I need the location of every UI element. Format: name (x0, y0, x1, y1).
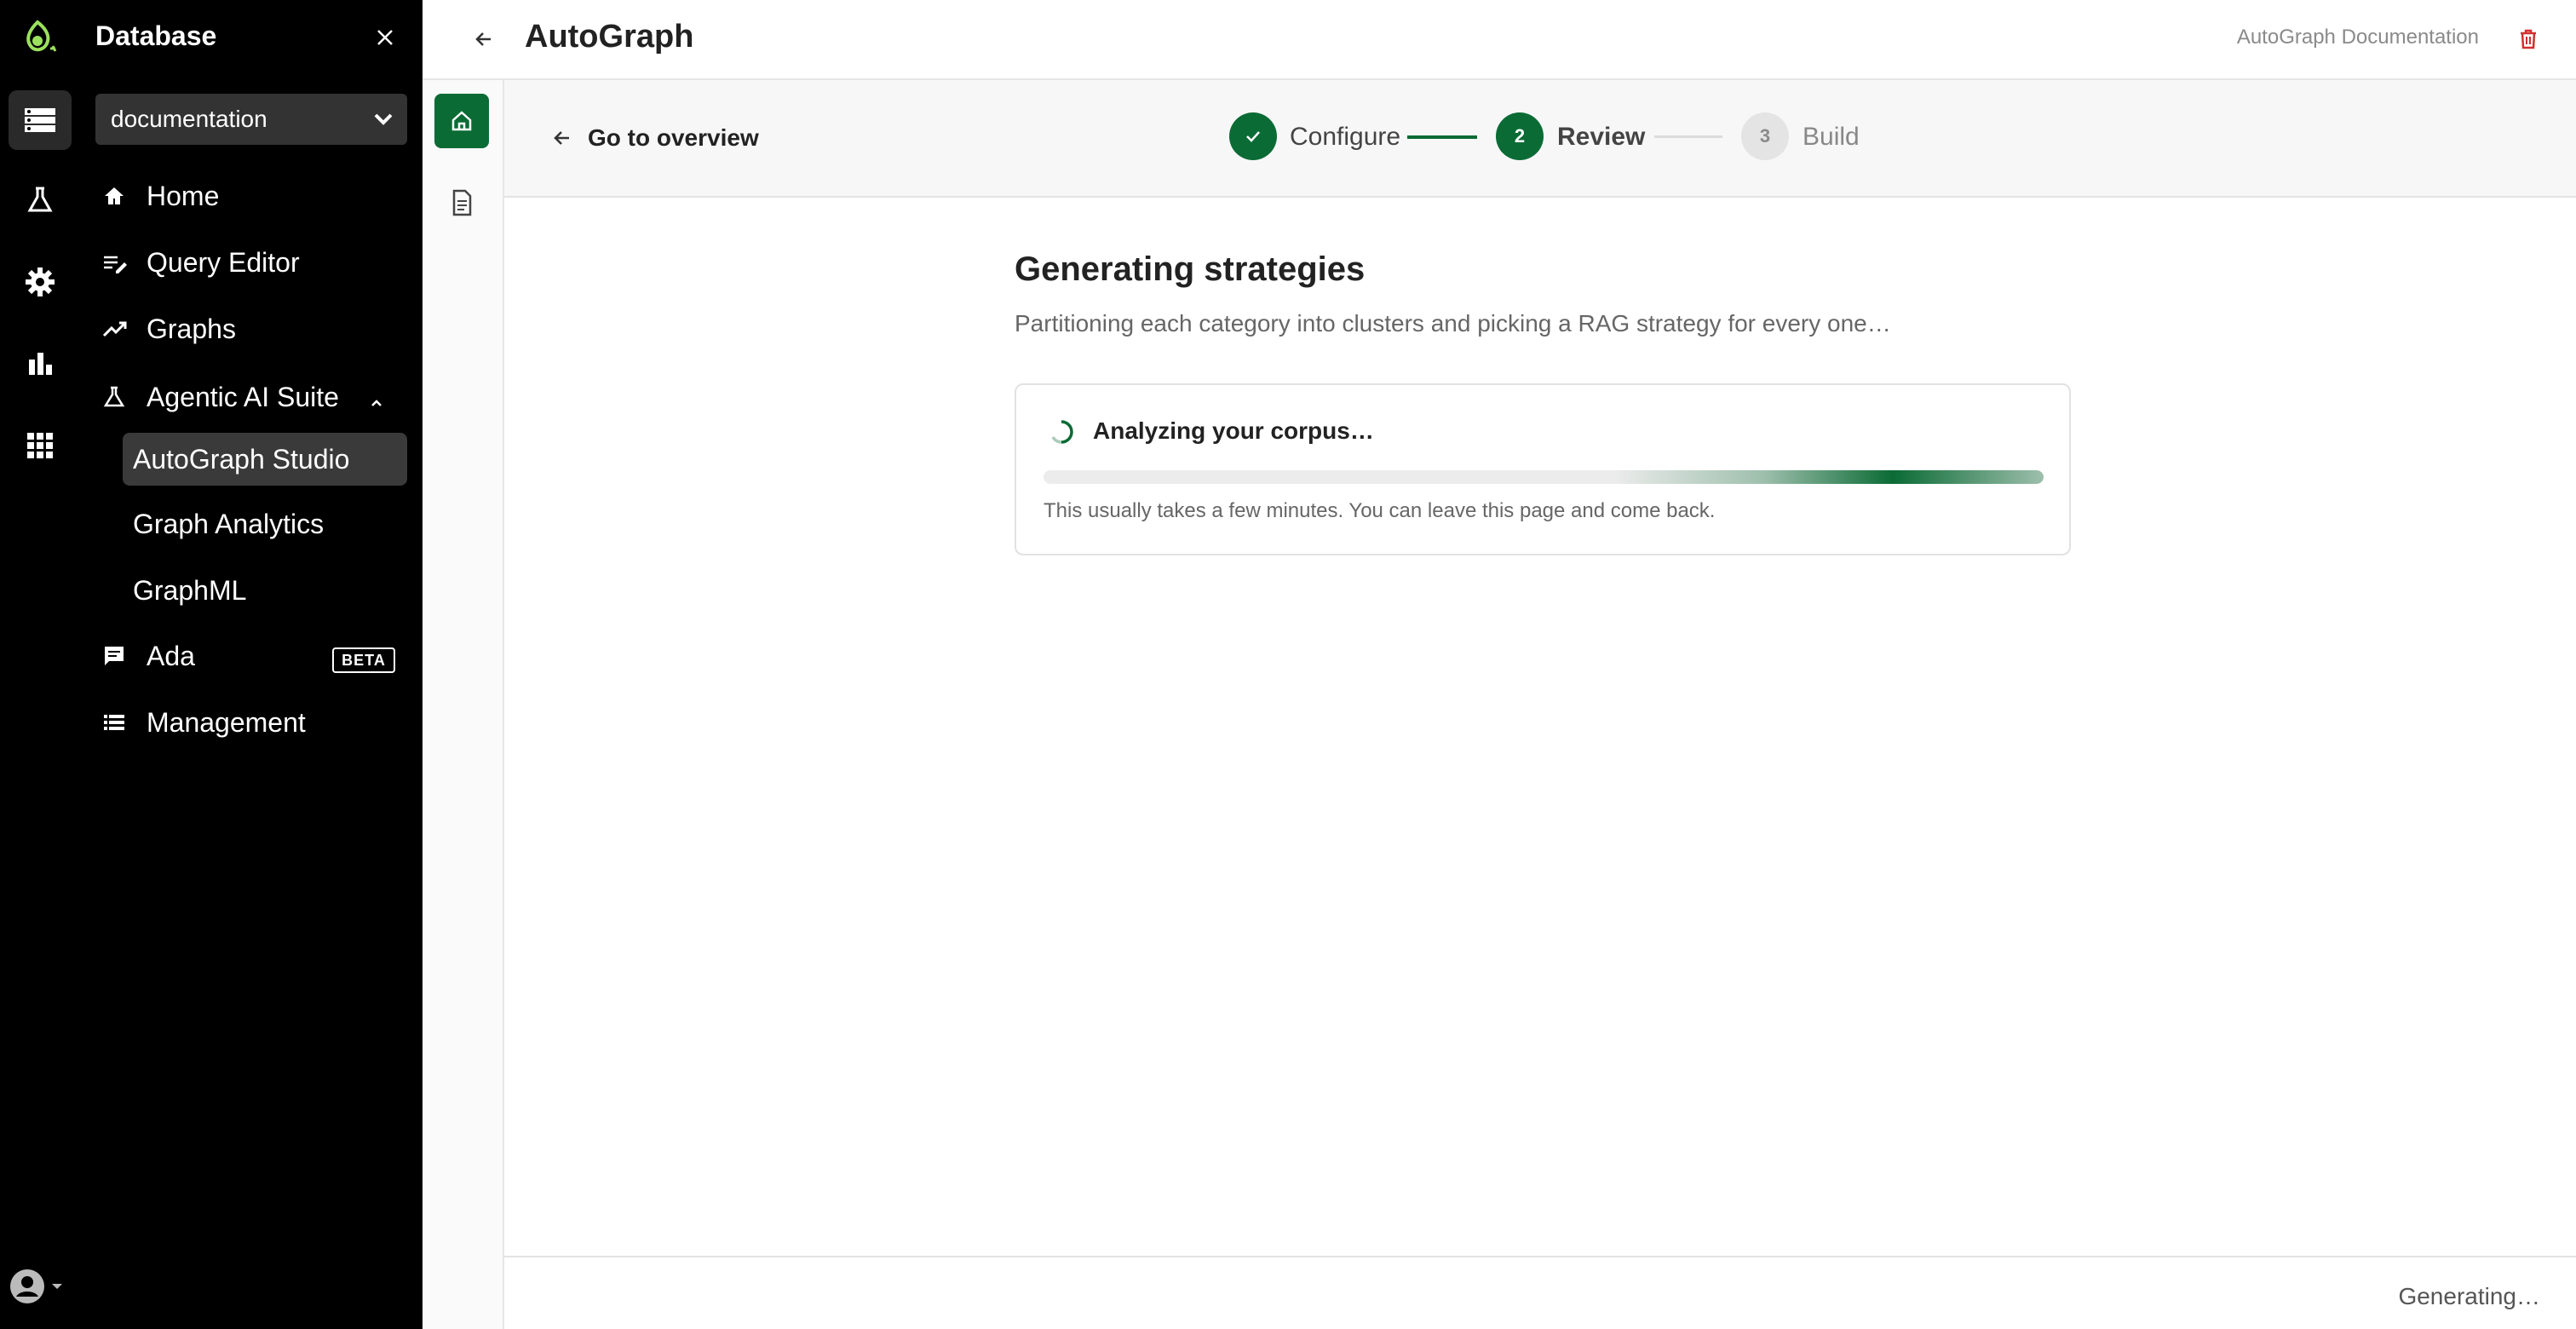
trending-up-icon (102, 317, 135, 341)
progress-card-title: Analyzing your corpus… (1093, 417, 1374, 444)
sidebar-item-home[interactable]: Home (102, 170, 219, 222)
home-outline-icon (451, 111, 472, 131)
step-connector (1654, 135, 1722, 138)
step-build-label[interactable]: Build (1803, 123, 1860, 152)
step-configure-complete-icon[interactable] (1229, 112, 1277, 160)
go-to-overview-label: Go to overview (588, 124, 759, 151)
sidebar-item-label: Home (147, 180, 220, 211)
progress-card: Analyzing your corpus… This usually take… (1015, 383, 2071, 555)
flask-icon (102, 385, 135, 409)
home-tool-button[interactable] (434, 94, 489, 148)
caret-down-icon (52, 1284, 62, 1289)
stepper-header: Go to overview Configure 2 Review 3 Buil… (504, 80, 2576, 198)
sidebar-title: Database (95, 20, 217, 51)
sidebar: Database documentation Home Query Editor… (82, 0, 423, 1329)
chat-icon (102, 644, 135, 668)
user-menu[interactable] (9, 1268, 73, 1305)
sidebar-item-label: Query Editor (147, 246, 300, 278)
page-title: AutoGraph (525, 19, 694, 55)
account-circle-icon (10, 1269, 44, 1303)
list-icon (102, 711, 135, 734)
apps-grid-rail-icon[interactable] (9, 416, 72, 475)
go-to-overview-button[interactable]: Go to overview (552, 119, 759, 157)
bar-chart-rail-icon[interactable] (9, 334, 72, 394)
step-connector (1407, 135, 1477, 139)
database-select[interactable]: documentation (95, 94, 407, 145)
flask-rail-icon[interactable] (9, 170, 72, 230)
footer-status: Generating… (2398, 1283, 2540, 1309)
sidebar-item-graphml[interactable]: GraphML (123, 564, 407, 617)
step-review-number[interactable]: 2 (1496, 112, 1544, 160)
section-subtitle: Partitioning each category into clusters… (1015, 310, 1891, 337)
sidebar-item-query-editor[interactable]: Query Editor (102, 237, 300, 288)
gear-rail-icon[interactable] (9, 252, 72, 312)
sidebar-item-label: Ada (147, 640, 195, 671)
back-arrow-icon[interactable] (467, 22, 501, 56)
sidebar-item-autograph-studio[interactable]: AutoGraph Studio (123, 433, 407, 486)
database-select-value: documentation (111, 106, 267, 132)
avocado-logo-icon (26, 20, 57, 52)
database-rail-icon[interactable] (9, 90, 72, 150)
icon-rail (0, 0, 82, 1329)
edit-note-icon (102, 250, 135, 274)
document-tool-button[interactable] (434, 175, 489, 230)
footer-bar: Generating… (504, 1256, 2576, 1329)
close-icon[interactable] (368, 20, 402, 55)
home-icon (102, 184, 135, 208)
progress-bar-fill (1613, 470, 2044, 484)
tool-strip (423, 80, 504, 1329)
sidebar-item-graph-analytics[interactable]: Graph Analytics (123, 498, 407, 550)
progress-bar (1044, 470, 2044, 484)
spinner-icon (1049, 419, 1074, 449)
sidebar-item-graphs[interactable]: Graphs (102, 303, 236, 354)
beta-badge: BETA (332, 647, 395, 673)
step-review-label[interactable]: Review (1557, 123, 1645, 152)
sidebar-item-label: Agentic AI Suite (147, 381, 339, 412)
arrow-left-icon (552, 128, 572, 148)
section-title: Generating strategies (1015, 250, 1366, 288)
chevron-up-icon (368, 387, 385, 418)
delete-icon[interactable] (2511, 22, 2545, 56)
documentation-link[interactable]: AutoGraph Documentation (2237, 26, 2479, 49)
sidebar-item-label: AutoGraph Studio (133, 443, 350, 475)
sidebar-item-management[interactable]: Management (102, 697, 306, 748)
sidebar-item-label: Graph Analytics (133, 508, 325, 539)
top-bar: AutoGraph AutoGraph Documentation (423, 0, 2576, 80)
progress-card-hint: This usually takes a few minutes. You ca… (1044, 499, 1716, 522)
sidebar-item-ada[interactable]: Ada (102, 630, 195, 682)
sidebar-item-agentic-ai-suite[interactable]: Agentic AI Suite (102, 371, 409, 423)
step-configure-label[interactable]: Configure (1290, 123, 1400, 152)
sidebar-item-label: GraphML (133, 574, 247, 606)
step-build-number[interactable]: 3 (1741, 112, 1789, 160)
sidebar-item-label: Management (147, 706, 306, 738)
app-logo[interactable] (9, 7, 72, 66)
chevron-down-icon (371, 107, 395, 137)
document-icon (452, 189, 472, 216)
sidebar-item-label: Graphs (147, 313, 236, 344)
